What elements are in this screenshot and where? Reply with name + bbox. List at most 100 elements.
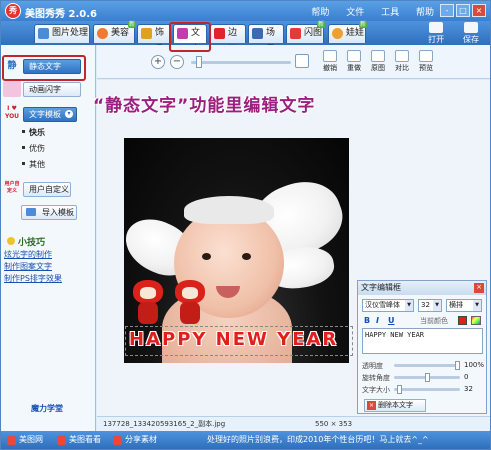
preview-icon — [419, 50, 433, 62]
scene-icon — [252, 28, 263, 39]
tab-accessories[interactable]: 饰品 — [137, 24, 171, 55]
size-select[interactable]: 32 ▼ — [418, 299, 442, 312]
baby-eye-left — [202, 253, 211, 260]
rotation-slider[interactable] — [394, 373, 460, 382]
tab-label: 娃娃 — [346, 28, 365, 38]
tip-link-ps-layout[interactable]: 制作PS排字效果 — [4, 273, 62, 284]
menu-help-2[interactable]: 帮助 — [416, 8, 434, 18]
bold-button[interactable]: B — [364, 316, 370, 325]
image-status-bar: 137728_133420593165_2_副本.jpg 550 × 353 — [97, 416, 490, 431]
color-picker-button[interactable] — [471, 316, 481, 325]
file-buttons: 打开 保存 — [417, 22, 484, 45]
tab-doll[interactable]: 娃娃 新 — [328, 21, 367, 43]
bottom-bar: 美图网 美图看看 分享素材 处理好的照片别浪费，印成2010年个性台历吧！马上就… — [1, 431, 490, 449]
chevron-down-icon: ▼ — [473, 300, 481, 311]
save-icon — [464, 22, 478, 33]
delete-icon: × — [367, 401, 376, 410]
open-button[interactable]: 打开 — [423, 22, 449, 45]
redo-button[interactable]: 重做 — [343, 50, 365, 73]
baby-eye-right — [242, 253, 251, 260]
zoom-in-button[interactable]: + — [151, 55, 165, 69]
menu-file[interactable]: 文件 — [346, 8, 364, 18]
redo-label: 重做 — [347, 64, 361, 72]
opacity-label: 透明度 — [362, 362, 383, 370]
import-template-button[interactable]: 导入模板 — [21, 205, 77, 220]
image-dimensions: 550 × 353 — [315, 420, 353, 428]
compare-button[interactable]: 对比 — [391, 50, 413, 73]
font-size-slider[interactable] — [394, 385, 460, 394]
share-icon — [113, 436, 122, 445]
template-sad[interactable]: 优伤 — [22, 143, 45, 154]
original-button[interactable]: 原图 — [367, 50, 389, 73]
fit-window-button[interactable] — [295, 54, 309, 68]
bowtie-icon — [141, 28, 152, 39]
baby-mouth — [216, 286, 240, 298]
font-size-slider-thumb[interactable] — [397, 385, 402, 394]
editor-close-button[interactable]: × — [474, 283, 484, 293]
text-template-button[interactable]: 文字模板 ▾ — [23, 107, 77, 122]
save-button[interactable]: 保存 — [458, 22, 484, 45]
promo-message[interactable]: 处理好的照片别浪费，印成2010年个性台历吧！马上就去^_^ — [207, 431, 429, 449]
underline-button[interactable]: U — [388, 316, 395, 325]
meitu-icon — [7, 436, 16, 445]
undo-button[interactable]: 撤销 — [319, 50, 341, 73]
image-icon — [38, 28, 49, 39]
highlight-static-text — [2, 55, 86, 81]
animated-text-button[interactable]: 动画闪字 — [23, 82, 81, 97]
current-color-label: 当前颜色 — [420, 317, 448, 325]
template-happy[interactable]: 快乐 — [22, 127, 45, 138]
user-custom-button[interactable]: 用户自定义 — [23, 182, 71, 197]
tab-image-processing[interactable]: 图片处理 — [34, 24, 90, 43]
orientation-select[interactable]: 横排 ▼ — [446, 299, 482, 312]
font-size-label: 文字大小 — [362, 386, 390, 394]
tab-scene[interactable]: 场景 — [248, 24, 284, 55]
opacity-slider[interactable] — [394, 361, 460, 370]
zoom-slider[interactable] — [191, 61, 291, 64]
minimize-button[interactable]: - — [440, 4, 454, 17]
preview-button[interactable]: 预览 — [415, 50, 437, 73]
opacity-value: 100% — [464, 361, 485, 369]
window-controls: - □ × — [438, 4, 486, 17]
original-label: 原图 — [371, 64, 385, 72]
text-input[interactable]: HAPPY NEW YEAR — [362, 328, 483, 354]
overlay-text[interactable]: HAPPY NEW YEAR — [129, 329, 338, 350]
menu-help[interactable]: 帮助 — [311, 8, 329, 18]
highlight-text-tab — [169, 22, 211, 52]
magic-school-link[interactable]: 魔力学堂 — [31, 403, 63, 414]
current-color-swatch[interactable] — [458, 316, 467, 325]
close-button[interactable]: × — [472, 4, 486, 17]
tip-link-glow-text[interactable]: 炫光字的制作 — [4, 249, 52, 260]
text-editor-panel: 文字编辑框 × 汉仪雪峰体 ▼ 32 ▼ 横排 ▼ B I U 当前颜色 HAPPY … — [357, 280, 487, 414]
menu-tools[interactable]: 工具 — [381, 8, 399, 18]
edit-toolbar: + − 撤销 重做 原图 对比 预览 — [97, 45, 490, 79]
share-material-link[interactable]: 分享素材 — [113, 431, 157, 449]
tab-beauty[interactable]: 美容 新 — [93, 21, 136, 43]
rotation-slider-thumb[interactable] — [425, 373, 430, 382]
maximize-button[interactable]: □ — [456, 4, 470, 17]
italic-button[interactable]: I — [376, 316, 379, 325]
meitu-site-link[interactable]: 美图网 — [7, 431, 43, 449]
template-other[interactable]: 其他 — [22, 159, 45, 170]
tab-frame[interactable]: 边框 — [210, 24, 246, 55]
undo-label: 撤销 — [323, 64, 337, 72]
text-template-label: 文字模板 — [29, 110, 61, 119]
zoom-out-button[interactable]: − — [170, 55, 184, 69]
doll-icon — [332, 28, 343, 39]
zoom-slider-thumb[interactable] — [196, 56, 202, 68]
app-logo-icon: 秀 — [5, 3, 21, 19]
font-select[interactable]: 汉仪雪峰体 ▼ — [362, 299, 414, 312]
animated-text-icon — [3, 81, 21, 97]
tab-label: 美容 — [111, 28, 130, 38]
tab-flash[interactable]: 闪图 新 — [286, 21, 325, 43]
new-badge: 新 — [127, 21, 136, 28]
app-window: 秀 美图秀秀 2.0.6 帮助 文件 工具 帮助 - □ × 图片处理 美容 新 饰… — [0, 0, 491, 450]
chevron-down-icon: ▾ — [65, 110, 73, 118]
title-bar: 秀 美图秀秀 2.0.6 帮助 文件 工具 帮助 - □ × — [1, 1, 490, 21]
tab-label: 闪图 — [304, 28, 323, 38]
flash-icon — [290, 28, 301, 39]
opacity-slider-thumb[interactable] — [455, 361, 460, 370]
lightbulb-icon — [7, 237, 15, 245]
meitu-viewer-link[interactable]: 美图看看 — [57, 431, 101, 449]
delete-text-button[interactable]: × 删除本文字 — [364, 399, 426, 412]
tip-link-pattern-text[interactable]: 制作图案文字 — [4, 261, 52, 272]
